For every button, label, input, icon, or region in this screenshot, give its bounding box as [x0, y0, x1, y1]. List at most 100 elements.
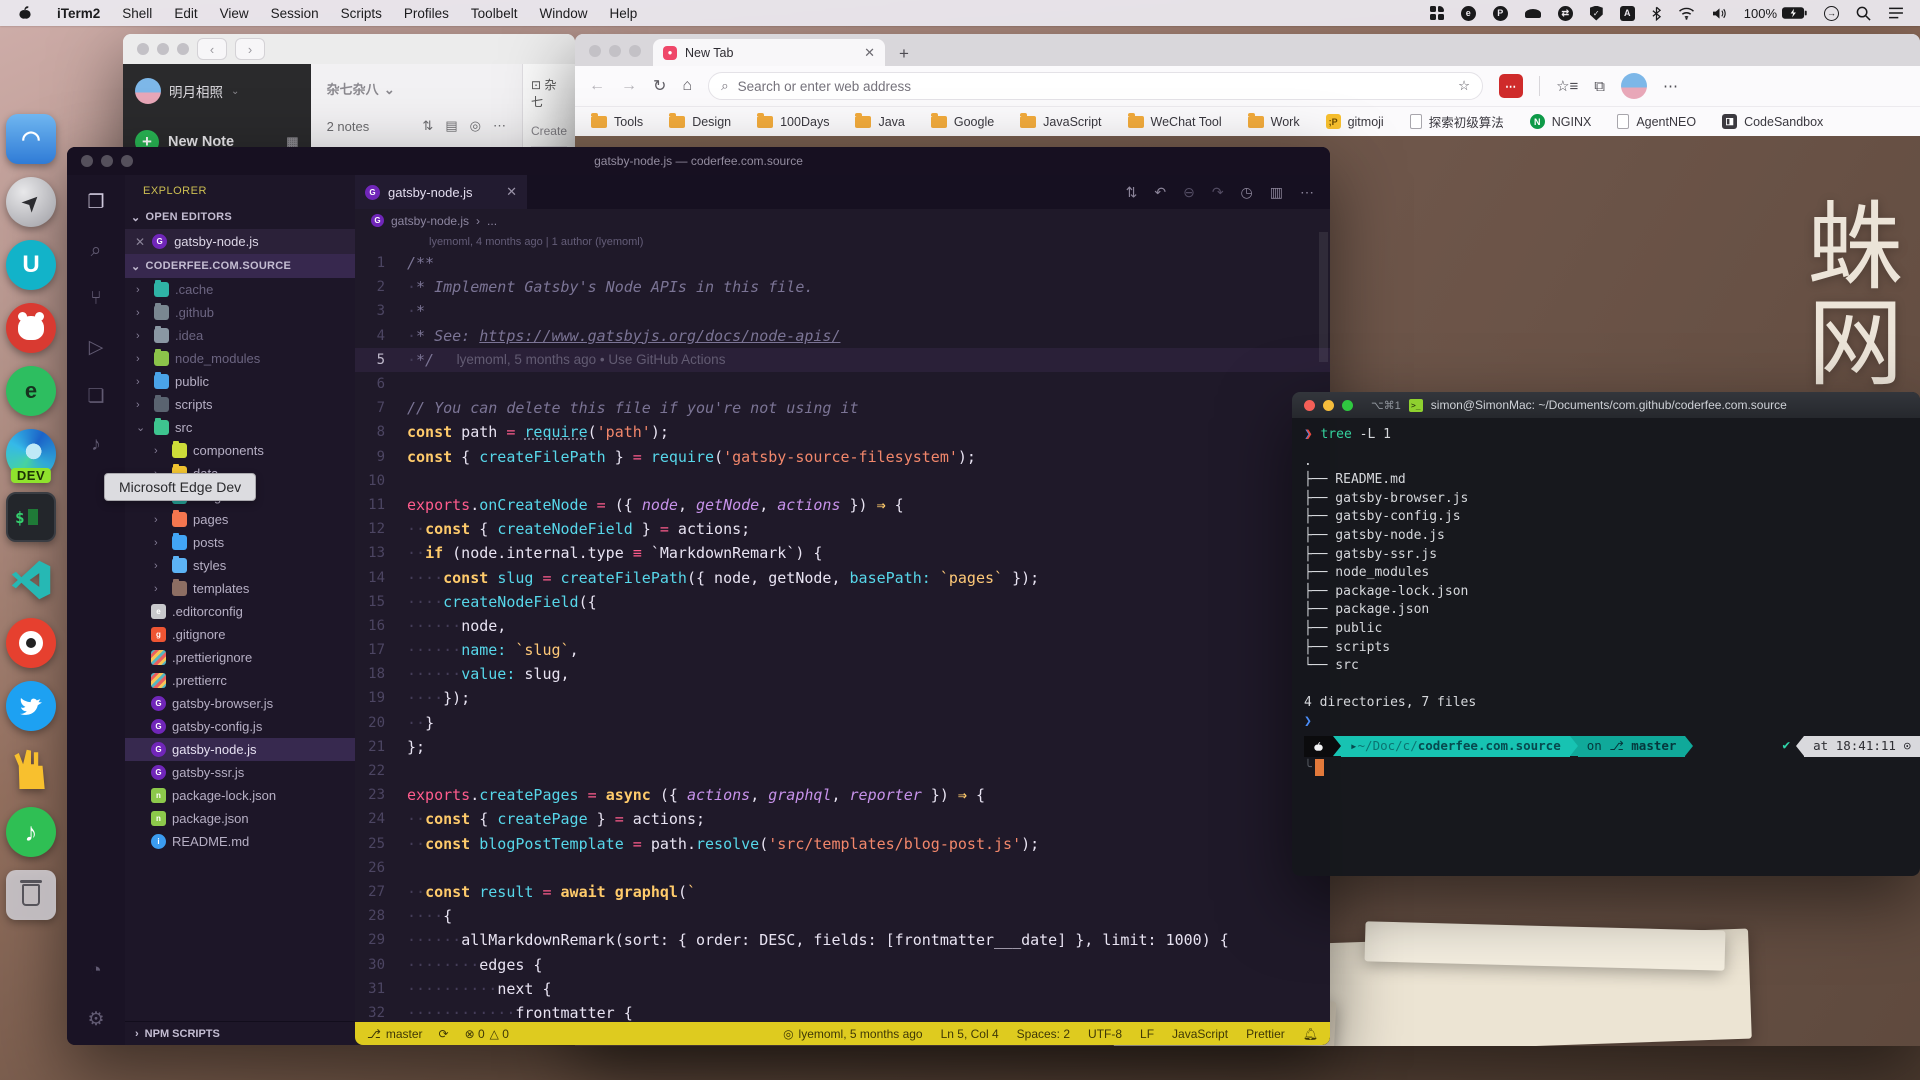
open-editors-section[interactable]: ⌄OPEN EDITORS [125, 205, 355, 229]
bookmark-work[interactable]: Work [1248, 115, 1300, 129]
tree-item-README.md[interactable]: iREADME.md [125, 830, 355, 853]
sync-circle-icon[interactable]: ⇄ [1558, 6, 1573, 21]
menu-item-shell[interactable]: Shell [111, 6, 163, 21]
tree-item-dot-gitignore[interactable]: g.gitignore [125, 623, 355, 646]
home-icon[interactable]: ⌂ [682, 77, 692, 95]
menu-item-view[interactable]: View [209, 6, 260, 21]
tree-item-gatsby-config.js[interactable]: Ggatsby-config.js [125, 715, 355, 738]
forward-icon[interactable]: → [621, 77, 637, 95]
tree-item-dot-github[interactable]: ›.github [125, 301, 355, 324]
tree-item-dot-cache[interactable]: ›.cache [125, 278, 355, 301]
forward-button[interactable]: › [235, 38, 265, 60]
sort-icon[interactable]: ⇅ [422, 118, 433, 134]
menu-item-toolbelt[interactable]: Toolbelt [460, 6, 529, 21]
project-section[interactable]: ⌄CODERFEE.COM.SOURCE [125, 254, 355, 278]
formatter[interactable]: Prettier [1246, 1027, 1285, 1041]
close-tab-icon[interactable]: ✕ [864, 45, 875, 61]
settings-gear-icon[interactable]: ⚙ [87, 1008, 104, 1031]
scrollbar[interactable] [1319, 232, 1328, 362]
tree-item-dot-prettierrc[interactable]: .prettierrc [125, 669, 355, 692]
timemachine-icon[interactable]: → [1824, 6, 1839, 21]
open-editor-item[interactable]: ✕ G gatsby-node.js [125, 229, 355, 254]
tree-item-templates[interactable]: ›templates [125, 577, 355, 600]
dock-item-hand[interactable] [6, 744, 56, 794]
tag-icon[interactable]: ◎ [470, 118, 481, 134]
bookmark-java[interactable]: Java [855, 115, 904, 129]
nav-forward-icon[interactable]: ↷ [1212, 184, 1224, 201]
git-compare-icon[interactable]: ⇅ [1126, 184, 1138, 201]
nav-dash-icon[interactable]: ⊖ [1183, 184, 1195, 201]
tree-item-dot-prettierignore[interactable]: .prettierignore [125, 646, 355, 669]
zoom-button[interactable] [629, 45, 641, 57]
tree-item-node_modules[interactable]: ›node_modules [125, 347, 355, 370]
dock-item-rocket[interactable]: ➤ [6, 177, 56, 227]
nav-back-icon[interactable]: ↶ [1154, 184, 1166, 201]
bookmark-tools[interactable]: Tools [591, 115, 643, 129]
spotlight-icon[interactable] [1856, 6, 1871, 21]
p-circle-icon[interactable]: P [1493, 6, 1508, 21]
wifi-icon[interactable] [1678, 7, 1695, 20]
new-tab-button[interactable]: + [885, 44, 923, 66]
explorer-icon[interactable]: ❐ [87, 191, 104, 214]
menu-item-session[interactable]: Session [260, 6, 330, 21]
view-icon[interactable]: ▤ [445, 118, 457, 134]
input-a-icon[interactable]: A [1620, 6, 1635, 21]
tree-item-scripts[interactable]: ›scripts [125, 393, 355, 416]
close-button[interactable] [137, 43, 149, 55]
menu-item-profiles[interactable]: Profiles [393, 6, 460, 21]
tree-item-package.json[interactable]: npackage.json [125, 807, 355, 830]
npm-scripts-section[interactable]: ›NPM SCRIPTS [125, 1021, 355, 1045]
minimize-button[interactable] [609, 45, 621, 57]
list-icon[interactable] [1888, 7, 1904, 19]
tree-item-src[interactable]: ⌄src [125, 416, 355, 439]
collections-icon[interactable]: ⧉ [1594, 78, 1605, 95]
menu-app-name[interactable]: iTerm2 [46, 6, 111, 21]
zoom-button[interactable] [177, 43, 189, 55]
breadcrumb[interactable]: G gatsby-node.js › ... [355, 209, 1330, 232]
more-icon[interactable]: ⋯ [493, 118, 506, 134]
tree-item-components[interactable]: ›components [125, 439, 355, 462]
minimize-button[interactable] [157, 43, 169, 55]
profile-avatar[interactable] [1621, 73, 1647, 99]
menu-item-edit[interactable]: Edit [163, 6, 208, 21]
codelens-annotation[interactable]: lyemoml, 4 months ago | 1 author (lyemom… [355, 232, 1330, 251]
sync-icon[interactable]: ⟳ [439, 1027, 449, 1041]
minimize-button[interactable] [1323, 400, 1334, 411]
tree-item-gatsby-ssr.js[interactable]: Ggatsby-ssr.js [125, 761, 355, 784]
menu-item-scripts[interactable]: Scripts [330, 6, 393, 21]
reload-icon[interactable]: ↻ [653, 76, 666, 96]
history-icon[interactable]: ◷ [1241, 184, 1253, 201]
browser-tab[interactable]: ● New Tab ✕ [653, 39, 885, 66]
tree-item-posts[interactable]: ›posts [125, 531, 355, 554]
dock-item-utools[interactable]: U [6, 240, 56, 290]
evernote-icon[interactable]: e [1461, 6, 1476, 21]
tree-item-pages[interactable]: ›pages [125, 508, 355, 531]
bookmark-nginx[interactable]: NNGINX [1530, 114, 1592, 129]
favorites-bar-icon[interactable]: ☆≡ [1556, 77, 1578, 95]
split-editor-icon[interactable]: ▥ [1270, 184, 1283, 201]
apple-menu-icon[interactable] [18, 5, 32, 21]
menu-item-window[interactable]: Window [528, 6, 598, 21]
tree-item-public[interactable]: ›public [125, 370, 355, 393]
eol[interactable]: LF [1140, 1027, 1154, 1041]
dock-item-iterm[interactable]: $ [6, 492, 56, 542]
more-actions-icon[interactable]: ⋯ [1300, 184, 1314, 201]
zoom-button[interactable] [1342, 400, 1353, 411]
address-bar[interactable]: ⌕ Search or enter web address ☆ [708, 72, 1483, 100]
menu-item-help[interactable]: Help [598, 6, 648, 21]
bookmark-100days[interactable]: 100Days [757, 115, 829, 129]
close-button[interactable] [1304, 400, 1315, 411]
menu-icon[interactable]: ⋯ [1663, 77, 1678, 95]
cursor-position[interactable]: Ln 5, Col 4 [941, 1027, 999, 1041]
bookmark-codesandbox[interactable]: ◨CodeSandbox [1722, 114, 1823, 129]
dock-item-trash[interactable] [6, 870, 56, 920]
tree-item-package-lock.json[interactable]: npackage-lock.json [125, 784, 355, 807]
tree-item-styles[interactable]: ›styles [125, 554, 355, 577]
shield-icon[interactable]: ✓ [1590, 6, 1603, 21]
indent-setting[interactable]: Spaces: 2 [1017, 1027, 1070, 1041]
editor-tab[interactable]: G gatsby-node.js ✕ [355, 175, 527, 209]
dock-item-blue-app[interactable]: ◠ [6, 114, 56, 164]
tree-item-dot-idea[interactable]: ›.idea [125, 324, 355, 347]
account-switcher[interactable]: 明月相照 ⌄ [135, 78, 299, 104]
problems-indicator[interactable]: ⊗ 0 △ 0 [465, 1027, 509, 1041]
